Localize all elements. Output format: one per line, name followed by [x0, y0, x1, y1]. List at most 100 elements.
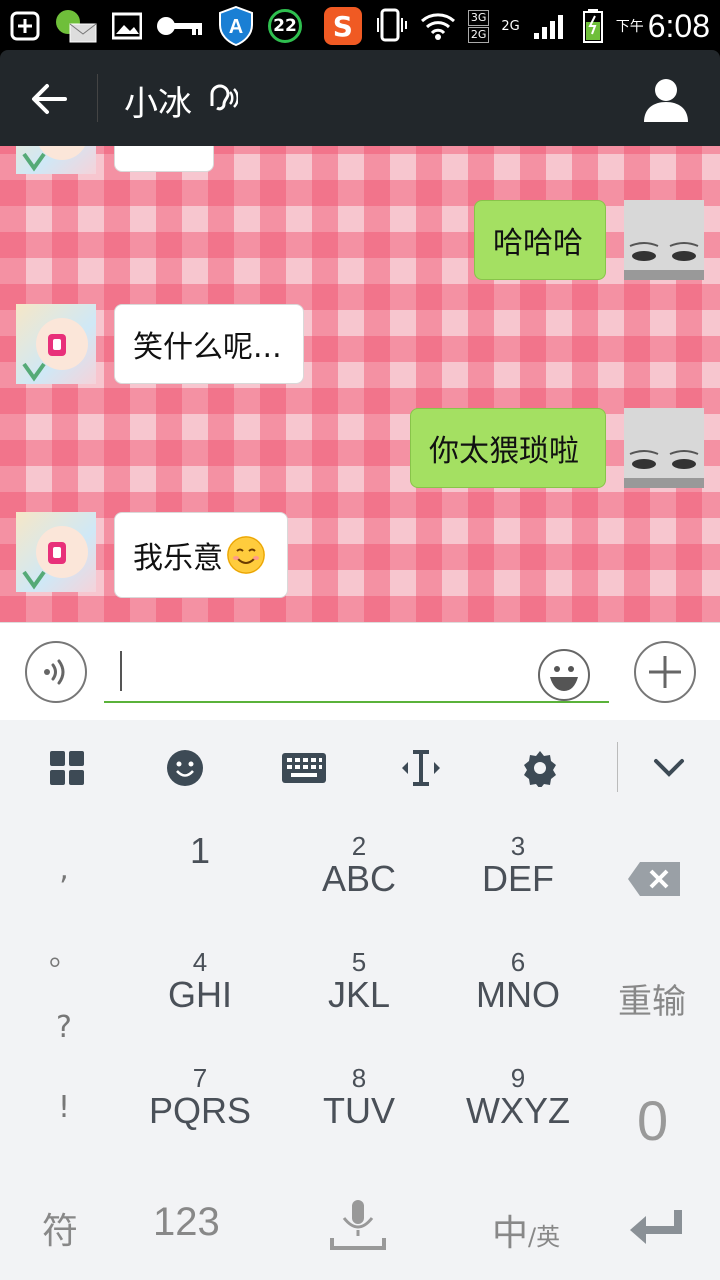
- ampm-label: 下午: [615, 19, 644, 35]
- person-icon: [644, 79, 688, 122]
- toolbar-cursor-button[interactable]: [397, 744, 445, 792]
- message-input-bar: [0, 622, 720, 720]
- page-title: 小冰: [124, 84, 192, 124]
- bot-avatar-image: [22, 146, 86, 172]
- key-letters: MNO: [476, 974, 560, 1015]
- message-bubble-outgoing[interactable]: 哈哈哈: [474, 200, 606, 280]
- key-3[interactable]: 3 DEF: [443, 832, 593, 942]
- ime-keyboard: , 。 ? ! 1 2 ABC 3 DEF 4 GHI 5 JKL 6 MNO …: [0, 720, 720, 1280]
- collapse-keyboard-button[interactable]: [645, 744, 693, 792]
- key-4[interactable]: 4 GHI: [125, 948, 275, 1058]
- status-bar: A 22 S 3G 2G 2G 下午 6:08: [0, 0, 720, 50]
- message-text: 笑什么呢...: [133, 330, 282, 365]
- key-letters: DEF: [482, 858, 554, 899]
- key-5[interactable]: 5 JKL: [284, 948, 434, 1058]
- bot-avatar[interactable]: [16, 146, 96, 174]
- message-bubble-incoming[interactable]: [114, 146, 214, 172]
- backspace-icon: [628, 862, 680, 896]
- arrow-left-icon: [32, 84, 67, 114]
- smiley-emoji-icon: [227, 536, 265, 574]
- message-input[interactable]: [104, 647, 609, 703]
- smiley-icon: [550, 666, 578, 691]
- backspace-button[interactable]: [626, 860, 686, 900]
- ear-icon: [210, 84, 238, 111]
- message-bubble-outgoing[interactable]: 你太猥琐啦: [410, 408, 606, 488]
- key-letters: GHI: [167, 974, 232, 1015]
- chat-header: 小冰: [0, 50, 720, 146]
- bot-avatar[interactable]: [16, 512, 96, 592]
- key-number: 7: [192, 1063, 208, 1093]
- gallery-icon: [112, 12, 142, 40]
- grid-icon: [50, 751, 84, 785]
- lang-en-label: /英: [528, 1223, 561, 1251]
- toolbar-keyboard-button[interactable]: [280, 744, 328, 792]
- user-avatar-image: [624, 408, 704, 488]
- mic-button[interactable]: [330, 1198, 386, 1252]
- vibrate-icon: [376, 8, 407, 42]
- voice-icon: [44, 659, 65, 685]
- sogou-icon: S: [323, 7, 362, 45]
- key-number: 9: [510, 1063, 526, 1093]
- message-bubble-incoming[interactable]: 笑什么呢...: [114, 304, 304, 384]
- toolbar-grid-button[interactable]: [43, 744, 91, 792]
- enter-icon: [630, 1210, 682, 1244]
- message-bubble-incoming[interactable]: 我乐意: [114, 512, 288, 598]
- reinput-button[interactable]: 重输: [618, 974, 686, 1023]
- key-letters: ABC: [321, 858, 397, 899]
- symbol-key-period[interactable]: 。: [44, 930, 84, 974]
- toolbar-settings-button[interactable]: [516, 744, 564, 792]
- symbol-key-question[interactable]: ?: [44, 1010, 84, 1045]
- gear-icon: [524, 751, 556, 787]
- key-8[interactable]: 8 TUV: [284, 1064, 434, 1174]
- svg-text:A: A: [229, 16, 243, 38]
- voice-input-button[interactable]: [25, 641, 87, 703]
- symbol-key-exclaim[interactable]: !: [44, 1090, 84, 1125]
- language-toggle-button[interactable]: 中/英: [492, 1204, 560, 1256]
- keyboard-icon: [282, 753, 326, 783]
- profile-button[interactable]: [642, 76, 690, 124]
- shield-icon: A: [219, 6, 253, 46]
- back-button[interactable]: [22, 72, 76, 126]
- signal-icon: [533, 15, 563, 39]
- add-attachment-button[interactable]: [634, 641, 696, 703]
- header-divider: [97, 74, 98, 122]
- enter-button[interactable]: [628, 1206, 684, 1246]
- key-letters: 1: [189, 830, 211, 871]
- bot-avatar-image: [22, 318, 88, 382]
- plus-icon: [649, 656, 681, 688]
- emoji-button[interactable]: [538, 649, 590, 701]
- bot-avatar[interactable]: [16, 304, 96, 384]
- key-2[interactable]: 2 ABC: [284, 832, 434, 942]
- numeric-mode-button[interactable]: 123: [153, 1200, 220, 1245]
- keyboard-toolbar: [0, 720, 720, 816]
- key-number: 5: [351, 947, 367, 977]
- chat-area[interactable]: 哈哈哈 笑什么呢... 你太猥琐啦 我乐意: [0, 146, 720, 622]
- key-7[interactable]: 7 PQRS: [125, 1064, 275, 1174]
- lang-cn-label: 中: [492, 1213, 529, 1254]
- key-number: 3: [510, 831, 526, 861]
- toolbar-emoji-button[interactable]: [161, 744, 209, 792]
- user-avatar[interactable]: [624, 200, 704, 280]
- mail-icon: [56, 10, 97, 43]
- user-avatar[interactable]: [624, 408, 704, 488]
- key-0[interactable]: 0: [637, 1088, 668, 1153]
- clock: 6:08: [647, 7, 710, 44]
- key-6[interactable]: 6 MNO: [443, 948, 593, 1058]
- symbol-key-comma[interactable]: ,: [44, 852, 84, 887]
- message-text: 我乐意: [133, 541, 223, 576]
- key-letters: WXYZ: [466, 1090, 570, 1131]
- key-1[interactable]: 1: [125, 832, 275, 942]
- symbols-button[interactable]: 符: [42, 1202, 78, 1254]
- key-number: 4: [192, 947, 208, 977]
- notification-badge: 22: [268, 9, 302, 43]
- bot-avatar-image: [22, 526, 88, 590]
- key-icon: [157, 17, 202, 35]
- key-number: 6: [510, 947, 526, 977]
- user-avatar-image: [624, 200, 704, 280]
- network-indicator: 3G 2G: [467, 9, 490, 43]
- key-number: 8: [351, 1063, 367, 1093]
- network-2g-label: 2G: [467, 26, 490, 43]
- key-9[interactable]: 9 WXYZ: [443, 1064, 593, 1174]
- key-letters: TUV: [323, 1090, 395, 1131]
- message-text: 你太猥琐啦: [429, 434, 579, 469]
